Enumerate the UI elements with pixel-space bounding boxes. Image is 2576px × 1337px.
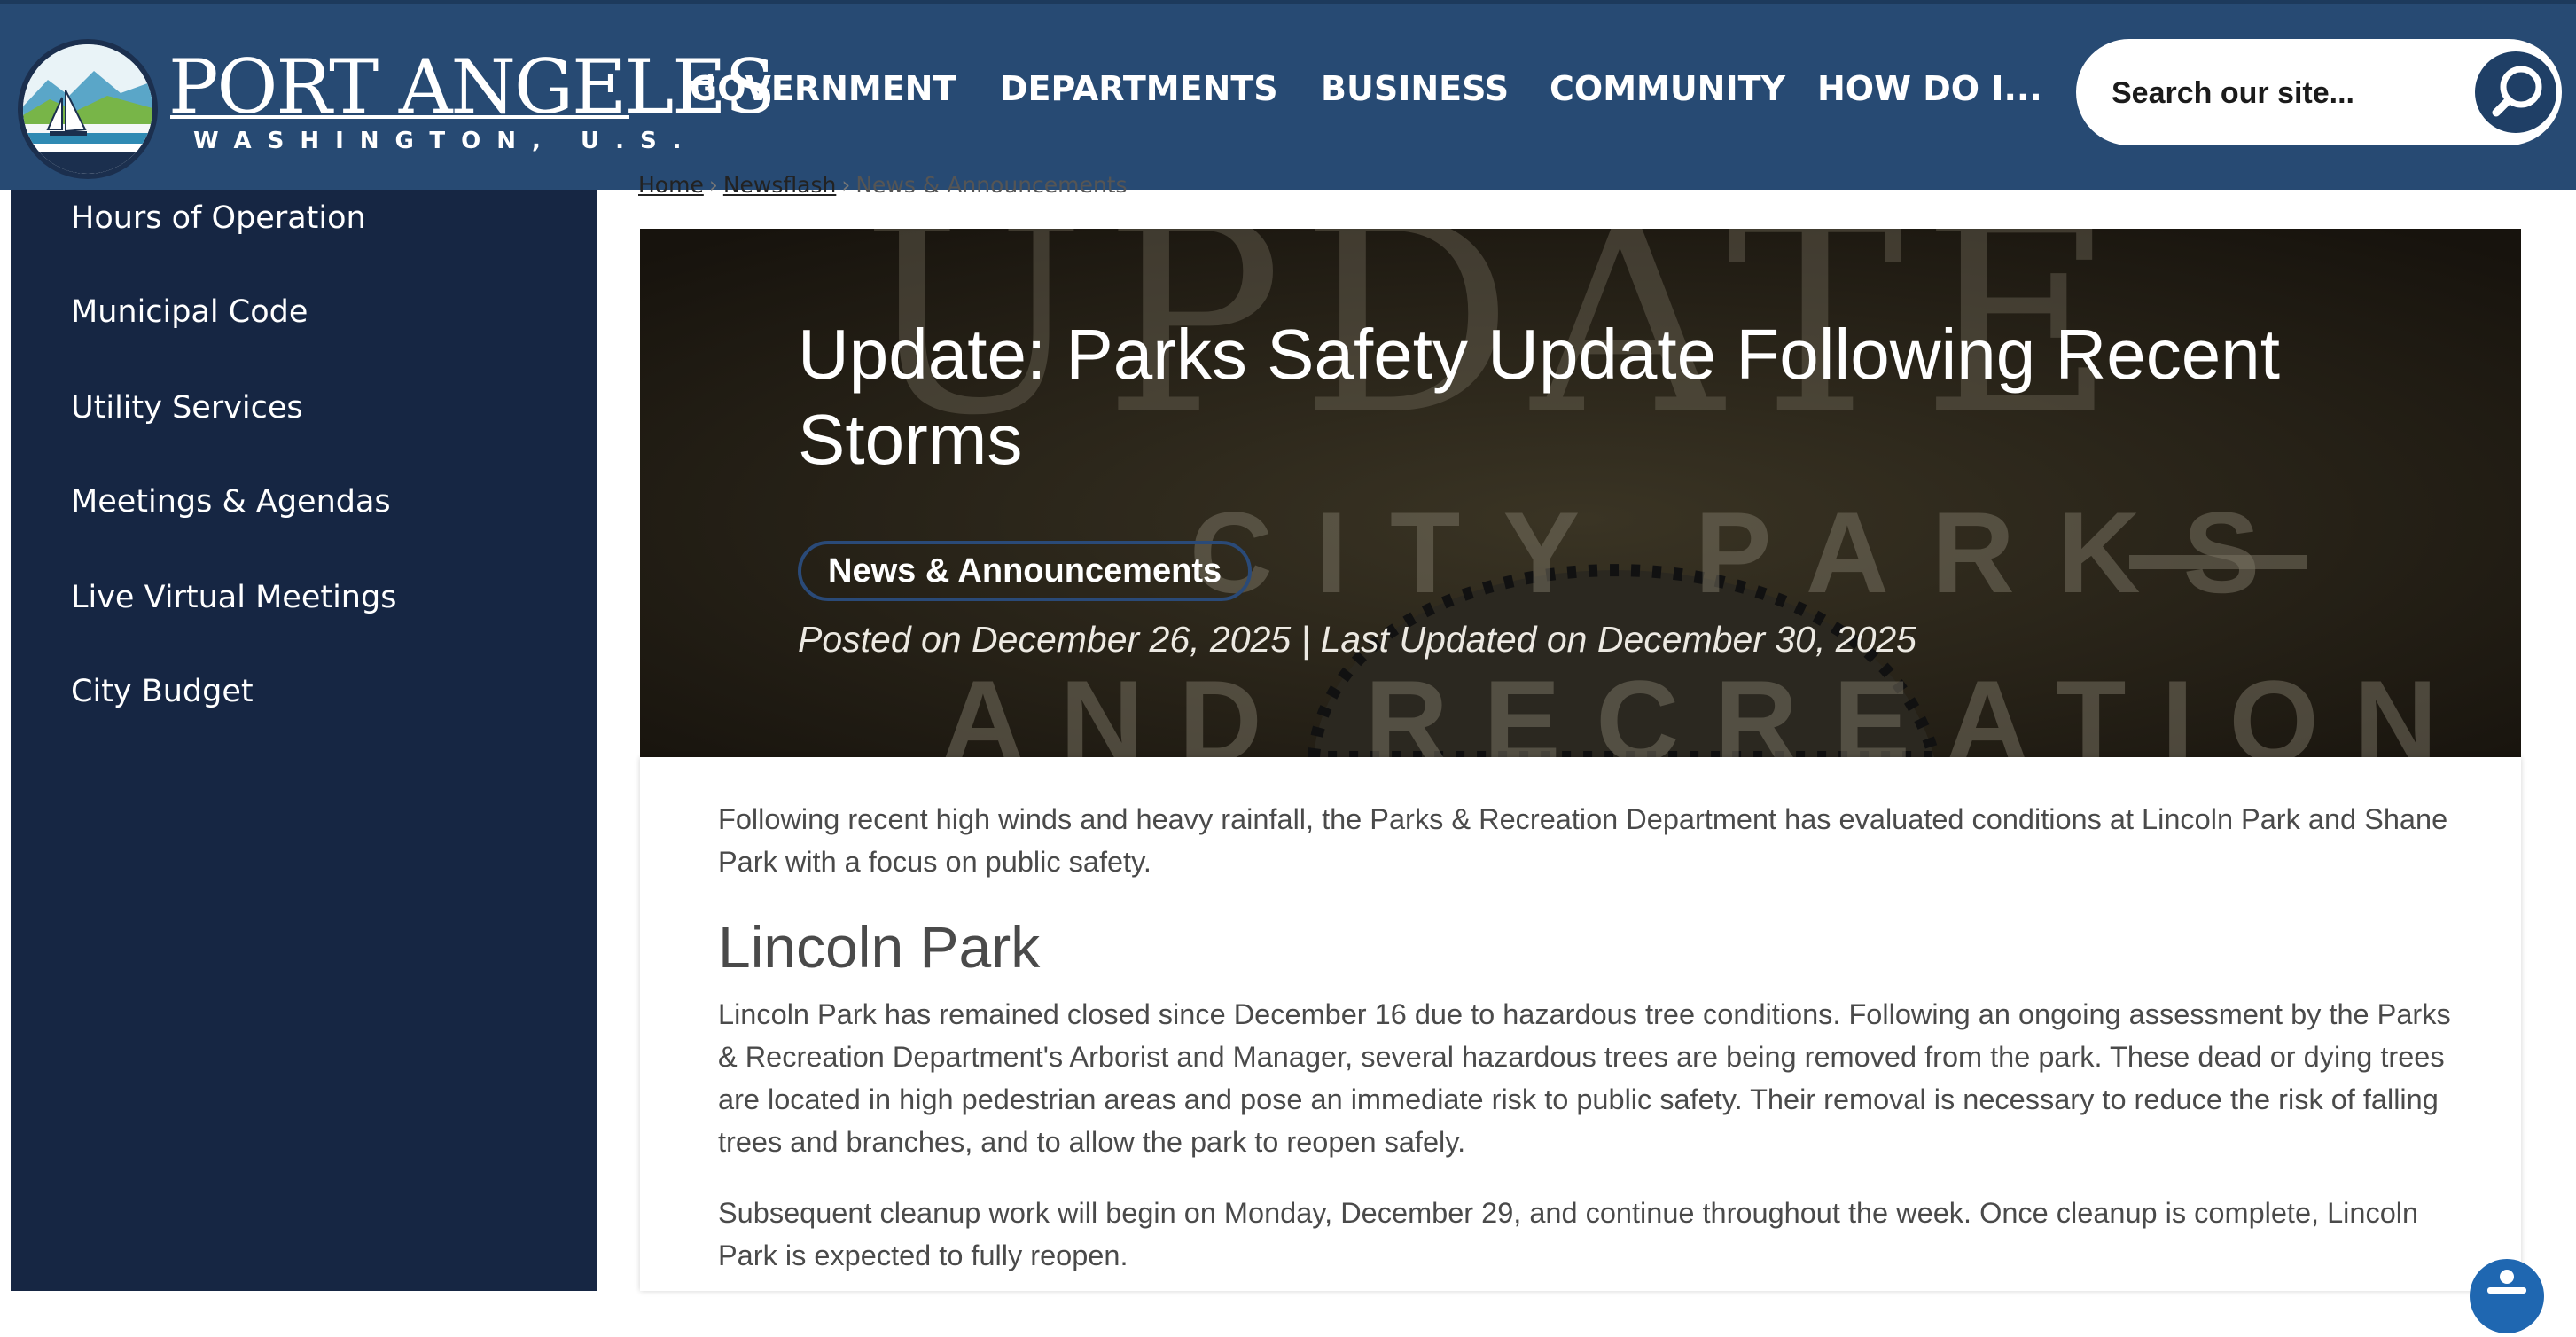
sidebar-item-live-virtual-meetings[interactable]: Live Virtual Meetings bbox=[71, 580, 396, 615]
page-title: Update: Parks Safety Update Following Re… bbox=[798, 315, 2280, 479]
article-paragraph: Lincoln Park has remained closed since D… bbox=[718, 998, 2451, 1158]
accessibility-button[interactable] bbox=[2470, 1259, 2544, 1333]
breadcrumb-home[interactable]: Home bbox=[638, 172, 704, 198]
nav-how-do-i[interactable]: HOW DO I... bbox=[1817, 69, 2042, 108]
hero-bg-dash bbox=[2129, 555, 2307, 569]
sidebar-item-meetings-agendas[interactable]: Meetings & Agendas bbox=[71, 484, 391, 520]
sidebar-item-hours-of-operation[interactable]: Hours of Operation bbox=[71, 200, 366, 236]
sidebar-nav: Hours of Operation Municipal Code Utilit… bbox=[11, 190, 597, 1291]
section-heading-lincoln-park: Lincoln Park bbox=[718, 914, 1041, 980]
search-icon bbox=[2492, 66, 2542, 117]
accessibility-icon bbox=[2487, 1270, 2526, 1294]
city-seal-logo[interactable] bbox=[18, 39, 158, 179]
nav-business[interactable]: BUSINESS bbox=[1321, 69, 1509, 108]
breadcrumb-separator: › bbox=[708, 172, 718, 198]
logo-landscape-icon bbox=[23, 44, 152, 174]
hero-background-image: UPDATE CITY PARKS AND RECREATION bbox=[640, 229, 2521, 757]
posted-date: Posted on December 26, 2025 | Last Updat… bbox=[798, 619, 1916, 660]
sidebar-item-utility-services[interactable]: Utility Services bbox=[71, 390, 303, 426]
search-button[interactable] bbox=[2475, 51, 2556, 133]
search-box bbox=[2076, 39, 2562, 145]
site-header: PORT ANGELES WASHINGTON, U.S. GOVERNMENT… bbox=[0, 0, 2576, 190]
logo-divider bbox=[170, 115, 629, 119]
article-hero: UPDATE CITY PARKS AND RECREATION Update:… bbox=[640, 229, 2521, 757]
article-body: Following recent high winds and heavy ra… bbox=[640, 757, 2521, 1291]
logo-title[interactable]: PORT ANGELES bbox=[168, 50, 776, 124]
breadcrumb-newsflash[interactable]: Newsflash bbox=[723, 172, 837, 198]
hero-bg-text-city-parks: CITY PARKS bbox=[1190, 488, 2302, 617]
sidebar-item-municipal-code[interactable]: Municipal Code bbox=[71, 294, 308, 330]
category-tag[interactable]: News & Announcements bbox=[798, 541, 1253, 601]
search-input[interactable] bbox=[2110, 64, 2468, 122]
breadcrumb-separator: › bbox=[841, 172, 851, 198]
hero-bg-text-recreation: AND RECREATION bbox=[941, 656, 2473, 757]
logo-subtitle: WASHINGTON, U.S. bbox=[193, 128, 698, 154]
article-paragraph: Subsequent cleanup work will begin on Mo… bbox=[718, 1197, 2419, 1271]
nav-departments[interactable]: DEPARTMENTS bbox=[1000, 69, 1278, 108]
breadcrumb-current: News & Announcements bbox=[855, 172, 1128, 198]
nav-government[interactable]: GOVERNMENT bbox=[690, 69, 956, 108]
sidebar-item-city-budget[interactable]: City Budget bbox=[71, 674, 254, 709]
article-intro: Following recent high winds and heavy ra… bbox=[718, 803, 2448, 878]
nav-community[interactable]: COMMUNITY bbox=[1550, 69, 1785, 108]
breadcrumb: Home › Newsflash › News & Announcements bbox=[638, 172, 1128, 202]
